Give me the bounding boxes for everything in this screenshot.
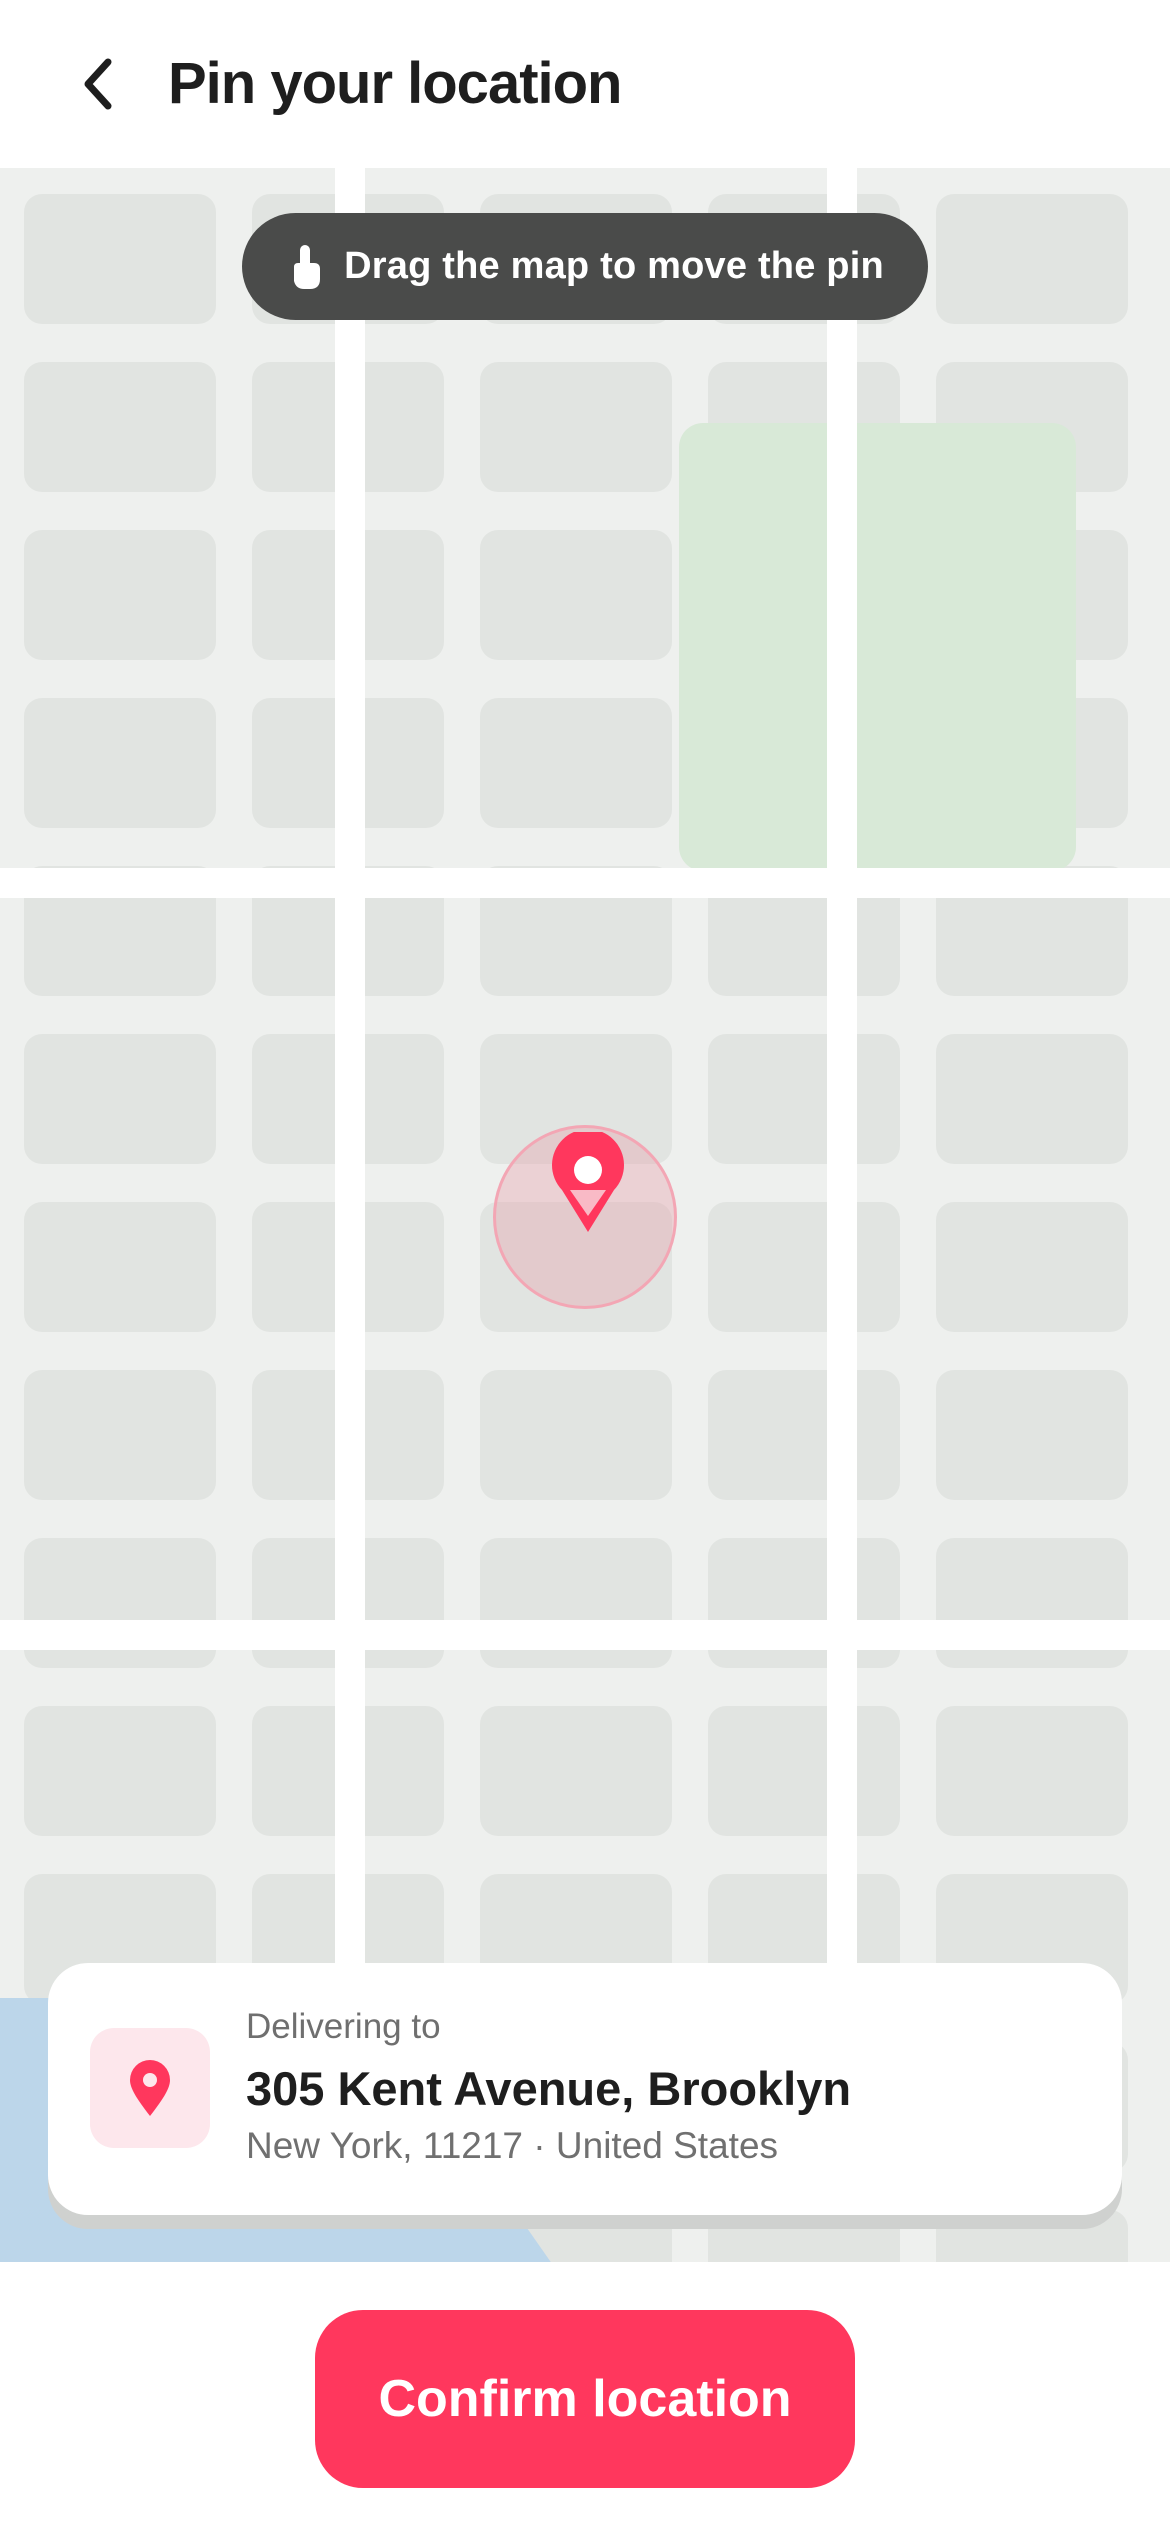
map-city-block [936,194,1128,324]
map-city-block [708,2210,900,2262]
map-city-block [708,1202,900,1332]
map-city-block [480,1370,672,1500]
address-label: Delivering to [246,2007,441,2046]
map-city-block [480,1706,672,1836]
map-street [0,1620,1170,1650]
map-city-block [936,1202,1128,1332]
app-header: Pin your location [0,0,1170,168]
drag-hint-pill: Drag the map to move the pin [242,213,928,320]
map-city-block [24,1202,216,1332]
map-city-block [708,1034,900,1164]
map-city-block [24,194,216,324]
location-pin-icon [552,1132,624,1232]
map-city-block [480,530,672,660]
chevron-left-icon [84,58,112,110]
map-city-block [936,1706,1128,1836]
map-city-block [24,1034,216,1164]
map-city-block [24,530,216,660]
map-park-area [679,423,1076,871]
map-city-block [24,1706,216,1836]
map-city-block [480,698,672,828]
address-secondary-line: New York, 11217 · United States [246,2125,779,2166]
map-city-block [24,362,216,492]
map-street [0,868,1170,898]
location-pin-marker[interactable] [493,1125,677,1309]
delivery-address-card[interactable]: Delivering to 305 Kent Avenue, Brooklyn … [48,1963,1122,2215]
map-city-block [936,2210,1128,2262]
map-pin-icon [130,2060,170,2116]
page-title: Pin your location [168,51,622,116]
map-city-block [480,362,672,492]
map-street [827,168,857,2028]
map-city-block [708,1370,900,1500]
confirm-location-label: Confirm location [378,2370,792,2428]
map-city-block [708,1706,900,1836]
address-icon-box [90,2028,210,2148]
map-street [335,168,365,2028]
map-city-block [936,1034,1128,1164]
address-primary-line: 305 Kent Avenue, Brooklyn [246,2062,852,2115]
drag-hint-text: Drag the map to move the pin [344,245,884,287]
map-city-block [24,1370,216,1500]
map-city-block [936,1370,1128,1500]
map-city-block [24,698,216,828]
hand-pointer-icon [294,244,321,289]
confirm-location-button[interactable]: Confirm location [315,2310,855,2488]
back-button[interactable] [60,44,140,124]
